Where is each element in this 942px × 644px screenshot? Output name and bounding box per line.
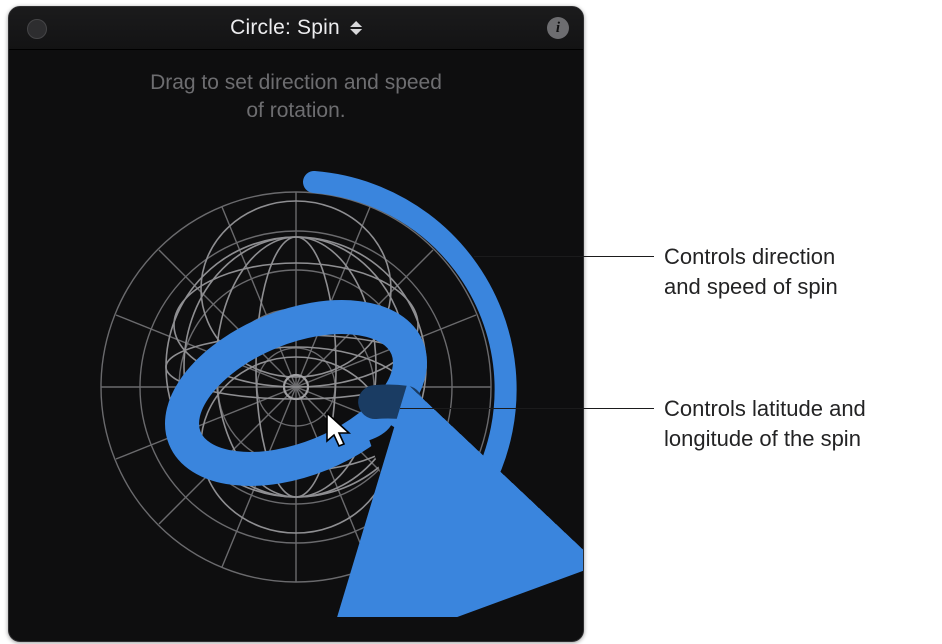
callout-speed-line1: Controls direction	[664, 244, 835, 269]
spin-hud[interactable]	[9, 137, 583, 617]
hud-panel: Circle: Spin i Drag to set direction and…	[8, 6, 584, 642]
info-button[interactable]: i	[547, 17, 569, 39]
title-popup-button[interactable]: Circle: Spin	[230, 16, 362, 40]
instruction-text: Drag to set direction and speed of rotat…	[9, 69, 583, 125]
window-dot-icon	[27, 19, 47, 39]
title-label: Circle: Spin	[230, 16, 340, 40]
callout-orbit-line2: longitude of the spin	[664, 426, 861, 451]
callout-orbit-line1: Controls latitude and	[664, 396, 866, 421]
panel-titlebar: Circle: Spin i	[9, 7, 583, 50]
callout-speed-line2: and speed of spin	[664, 274, 838, 299]
popup-disclosure-icon	[350, 21, 362, 35]
